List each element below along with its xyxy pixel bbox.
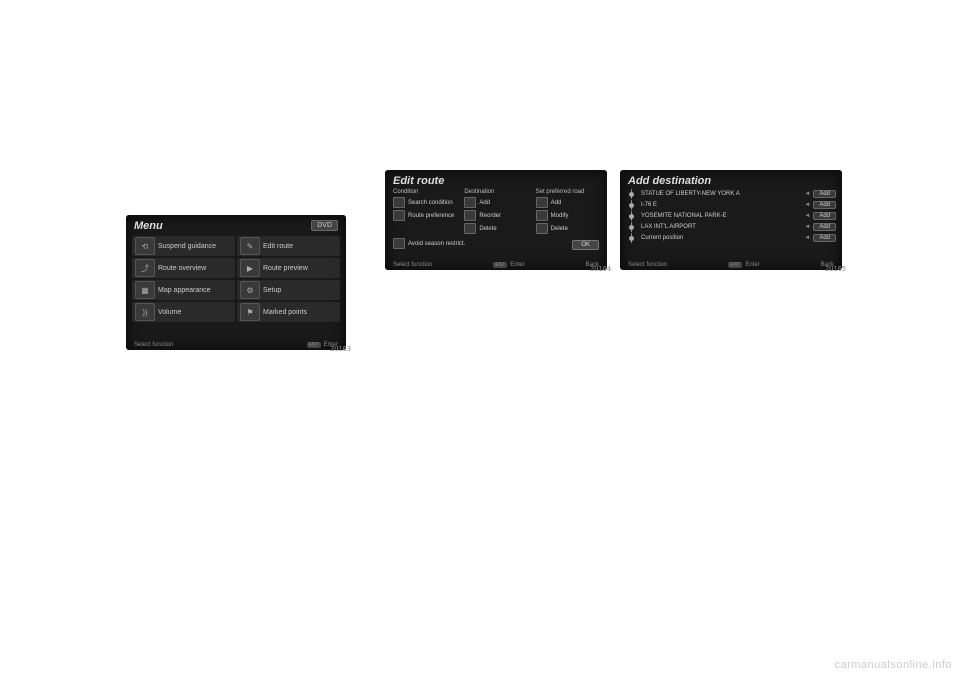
col-header: Destination [464, 189, 527, 195]
button-box [393, 197, 405, 208]
menu-label: Setup [263, 287, 281, 294]
menu-grid: ⟲ Suspend guidance ✎ Edit route ⤴ Route … [126, 234, 346, 324]
dvd-button[interactable]: DVD [311, 220, 338, 231]
arrow-left-icon: ◄ [804, 213, 810, 219]
setup-icon: ⚙ [240, 281, 260, 299]
menu-label: Volume [158, 309, 181, 316]
add-button[interactable]: Add [813, 234, 836, 242]
add-button[interactable]: Add [813, 201, 836, 209]
menu-label: Route preview [263, 265, 308, 272]
menu-label: Suspend guidance [158, 243, 216, 250]
add-button[interactable]: Add [813, 212, 836, 220]
footer-bar: Select function ENT Enter Back [393, 262, 599, 268]
road-delete-button[interactable]: Delete [536, 223, 599, 234]
dest-add-button[interactable]: Add [464, 197, 527, 208]
arrow-left-icon: ◄ [804, 191, 810, 197]
condition-column: Condition Search condition Route prefere… [393, 189, 456, 236]
button-box [393, 210, 405, 221]
dest-row: LAX INT'L AIRPORT ◄ Add [626, 222, 836, 232]
ent-icon: ENT [307, 342, 321, 348]
arrow-left-icon: ◄ [804, 224, 810, 230]
button-box [536, 223, 548, 234]
menu-suspend-guidance[interactable]: ⟲ Suspend guidance [132, 236, 235, 256]
ok-button[interactable]: OK [572, 240, 599, 250]
avoid-season-button[interactable]: Avoid season restrict. [393, 238, 465, 249]
col-header: Set preferred road [536, 189, 599, 195]
manual-page: Menu DVD ⟲ Suspend guidance ✎ Edit route… [0, 0, 960, 679]
figure-label: 2U163 [330, 345, 351, 353]
menu-setup[interactable]: ⚙ Setup [237, 280, 340, 300]
button-box [536, 210, 548, 221]
ent-icon: ENT [728, 262, 742, 268]
appearance-icon: ▦ [135, 281, 155, 299]
arrow-left-icon: ◄ [804, 235, 810, 241]
preview-icon: ▶ [240, 259, 260, 277]
watermark: carmanualsonline.info [834, 659, 952, 671]
edit-columns: Condition Search condition Route prefere… [385, 189, 607, 236]
edit-route-icon: ✎ [240, 237, 260, 255]
menu-volume[interactable]: )) Volume [132, 302, 235, 322]
enter-hint: ENT Enter [493, 262, 524, 268]
route-node [626, 211, 638, 221]
menu-map-appearance[interactable]: ▦ Map appearance [132, 280, 235, 300]
dest-reorder-button[interactable]: Reorder [464, 210, 527, 221]
edit-route-screen: Edit route Condition Search condition Ro… [385, 170, 607, 270]
route-node [626, 222, 638, 232]
figure-label: 2U164 [590, 265, 611, 273]
screen-title: Edit route [385, 170, 607, 189]
suspend-icon: ⟲ [135, 237, 155, 255]
add-button[interactable]: Add [813, 223, 836, 231]
destination-list: STATUE OF LIBERTY-NEW YORK A ◄ Add I-76 … [620, 189, 842, 243]
route-preference-button[interactable]: Route preference [393, 210, 456, 221]
button-box [464, 223, 476, 234]
dest-row: STATUE OF LIBERTY-NEW YORK A ◄ Add [626, 189, 836, 199]
menu-route-overview[interactable]: ⤴ Route overview [132, 258, 235, 278]
arrow-left-icon: ◄ [804, 202, 810, 208]
enter-hint: ENT Enter [728, 262, 759, 268]
col-header: Condition [393, 189, 456, 195]
ent-icon: ENT [493, 262, 507, 268]
select-hint: Select function [628, 262, 667, 268]
dest-row: I-76 E ◄ Add [626, 200, 836, 210]
menu-label: Marked points [263, 309, 307, 316]
dest-row: YOSEMITE NATIONAL PARK-E ◄ Add [626, 211, 836, 221]
nav-menu-screen: Menu DVD ⟲ Suspend guidance ✎ Edit route… [126, 215, 346, 350]
select-hint: Select function [134, 342, 173, 348]
volume-icon: )) [135, 303, 155, 321]
screen-title: Add destination [620, 170, 842, 189]
menu-marked-points[interactable]: ⚑ Marked points [237, 302, 340, 322]
button-box [536, 197, 548, 208]
select-hint: Select function [393, 262, 432, 268]
destination-column: Destination Add Reorder Delete [464, 189, 527, 236]
search-condition-button[interactable]: Search condition [393, 197, 456, 208]
preferred-road-column: Set preferred road Add Modify Delete [536, 189, 599, 236]
flag-icon: ⚑ [240, 303, 260, 321]
footer-bar: Select function ENT Enter Back [628, 262, 834, 268]
route-node [626, 200, 638, 210]
menu-route-preview[interactable]: ▶ Route preview [237, 258, 340, 278]
menu-label: Map appearance [158, 287, 211, 294]
add-destination-screen: Add destination STATUE OF LIBERTY-NEW YO… [620, 170, 842, 270]
road-modify-button[interactable]: Modify [536, 210, 599, 221]
button-box [464, 197, 476, 208]
button-box [464, 210, 476, 221]
dest-delete-button[interactable]: Delete [464, 223, 527, 234]
menu-label: Route overview [158, 265, 206, 272]
footer-bar: Select function ENT Enter [134, 342, 338, 348]
add-button[interactable]: Add [813, 190, 836, 198]
road-add-button[interactable]: Add [536, 197, 599, 208]
overview-icon: ⤴ [135, 259, 155, 277]
menu-edit-route[interactable]: ✎ Edit route [237, 236, 340, 256]
bottom-row: Avoid season restrict. OK [385, 236, 607, 253]
button-box [393, 238, 405, 249]
figure-label: 2U165 [825, 265, 846, 273]
route-node [626, 189, 638, 199]
route-node [626, 233, 638, 243]
dest-row: Current position ◄ Add [626, 233, 836, 243]
menu-label: Edit route [263, 243, 293, 250]
